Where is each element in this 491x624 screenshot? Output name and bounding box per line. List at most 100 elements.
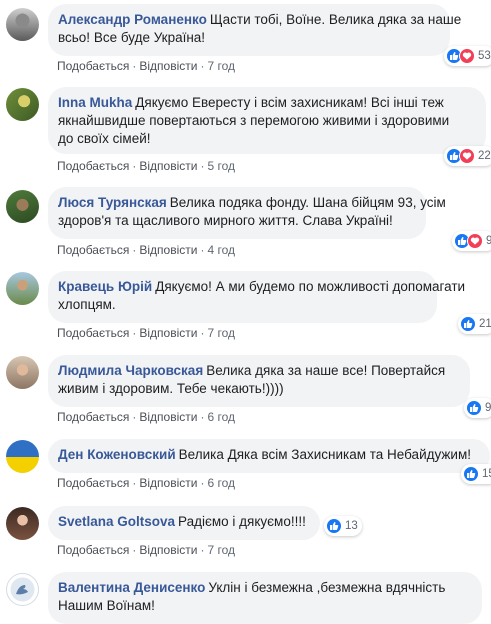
separator: · [200,159,205,173]
reaction-count: 15 [482,468,491,480]
comment-author[interactable]: Люся Турянская [58,195,167,210]
avatar[interactable] [6,507,39,540]
comment-text-line: якнайшвидше повертаються з перемогою жив… [58,113,450,128]
like-reaction-icon [466,400,482,416]
comment-author[interactable]: Ден Коженовский [58,447,176,462]
comment-actions: Подобається · Відповісти · 7 год [57,543,235,557]
reply-link[interactable]: Відповісти [139,326,197,340]
comment-text-line: до своїх сімей! [58,131,151,146]
comment-text-line: всьо! Все буде Україна! [58,30,206,45]
avatar[interactable] [6,190,39,223]
reaction-summary[interactable]: 21 [458,314,491,334]
comment-text-line: Уклін і безмежна ,безмежна вдячність [208,580,446,595]
comment-text-line: Нашим Воїнам! [58,598,155,613]
like-reaction-icon [460,316,476,332]
ukraine-flag-avatar-icon [6,440,39,473]
comment-timestamp[interactable]: 6 год [207,476,235,490]
like-link[interactable]: Подобається [57,410,129,424]
comment-actions: Подобається · Відповісти · 7 год [57,59,235,73]
love-reaction-icon [467,233,483,249]
comment-timestamp[interactable]: 7 год [207,59,235,73]
avatar[interactable] [6,356,39,389]
separator: · [132,326,137,340]
reaction-count: 13 [345,520,358,532]
avatar[interactable] [6,440,39,473]
separator: · [200,410,205,424]
love-reaction-icon [459,148,475,164]
comment-text-line: Велика подяка фонду. Шана бійцям 93, усі… [169,195,446,210]
comment-author[interactable]: Александр Романенко [58,12,207,27]
comment-bubble: Людмила Чарковская Велика дяка за наше вс… [48,355,470,407]
comment-text-line: Щасти тобі, Воїне. Велика дяка за наше [209,12,462,27]
separator: · [200,326,205,340]
comment-timestamp[interactable]: 7 год [207,326,235,340]
comment-bubble: Svetlana Goltsova Радіємо і дякуємо!!!! [48,506,320,540]
reply-link[interactable]: Відповісти [139,476,197,490]
like-link[interactable]: Подобається [57,326,129,340]
comment-text-line: здоров'я та щасливого мирного життя. Сла… [58,213,393,228]
comment-bubble: Александр Романенко Щасти тобі, Воїне. Ве… [48,4,461,56]
reply-link[interactable]: Відповісти [139,159,197,173]
separator: · [200,476,205,490]
reaction-summary[interactable]: 53 [444,46,491,66]
comment-timestamp[interactable]: 6 год [207,410,235,424]
reaction-summary[interactable]: 13 [324,516,362,536]
avatar[interactable] [6,8,39,41]
like-link[interactable]: Подобається [57,243,129,257]
reaction-summary[interactable]: 15 [461,464,491,484]
comment-actions: Подобається · Відповісти · 5 год [57,159,235,173]
comment-bubble: Валентина Денисенко Уклін і безмежна ,без… [48,572,482,624]
comment-timestamp[interactable]: 7 год [207,543,235,557]
like-link[interactable]: Подобається [57,476,129,490]
reply-link[interactable]: Відповісти [139,243,197,257]
comment-text-line: Дякуємо Евересту і всім захисникам! Всі … [135,95,444,110]
comment-actions: Подобається · Відповісти · 6 год [57,410,235,424]
reaction-count: 22 [478,150,491,162]
like-link[interactable]: Подобається [57,159,129,173]
avatar[interactable] [6,272,39,305]
comment-author[interactable]: Inna Mukha [58,95,132,110]
avatar[interactable] [6,573,39,606]
like-link[interactable]: Подобається [57,59,129,73]
comment-text-line: хлопцям. [58,297,116,312]
comment-timestamp[interactable]: 5 год [207,159,235,173]
separator: · [132,243,137,257]
reaction-summary[interactable]: 9 [452,231,491,251]
reaction-summary[interactable]: 9 [464,398,491,418]
comment-text-line: Велика дяка за наше все! Повертайся [206,363,446,378]
comment-bubble: Ден Коженовский Велика Дяка всім Захисник… [48,439,490,473]
comment-author[interactable]: Svetlana Goltsova [58,514,175,529]
comment-actions: Подобається · Відповісти · 7 год [57,326,235,340]
emblem-avatar-icon [10,577,35,602]
reaction-summary[interactable]: 22 [444,146,491,166]
comment-bubble: Inna Mukha Дякуємо Евересту і всім захисн… [48,87,486,154]
separator: · [200,59,205,73]
like-reaction-icon [326,518,342,534]
reply-link[interactable]: Відповісти [139,543,197,557]
reply-link[interactable]: Відповісти [139,410,197,424]
separator: · [132,543,137,557]
separator: · [200,243,205,257]
reaction-count: 9 [486,235,491,247]
comment-text-line: живим і здоровим. Тебе чекають!)))) [58,381,284,396]
comment-text-line: Велика Дяка всім Захисникам та Небайдужи… [178,447,471,462]
comment-author[interactable]: Кравець Юрій [58,279,152,294]
reply-link[interactable]: Відповісти [139,59,197,73]
comment-text-line: Дякуємо! А ми будемо по можливості допом… [155,279,466,294]
like-link[interactable]: Подобається [57,543,129,557]
avatar[interactable] [6,88,39,121]
comment-actions: Подобається · Відповісти · 4 год [57,243,235,257]
comment-text-line: Радіємо і дякуємо!!!! [178,514,306,529]
reaction-count: 53 [478,50,491,62]
separator: · [200,543,205,557]
comment-author[interactable]: Людмила Чарковская [58,363,203,378]
comment-author[interactable]: Валентина Денисенко [58,580,205,595]
like-reaction-icon [463,466,479,482]
separator: · [132,476,137,490]
comment-timestamp[interactable]: 4 год [207,243,235,257]
separator: · [132,410,137,424]
love-reaction-icon [459,48,475,64]
comment-bubble: Люся Турянская Велика подяка фонду. Шана … [48,187,446,239]
separator: · [132,159,137,173]
separator: · [132,59,137,73]
